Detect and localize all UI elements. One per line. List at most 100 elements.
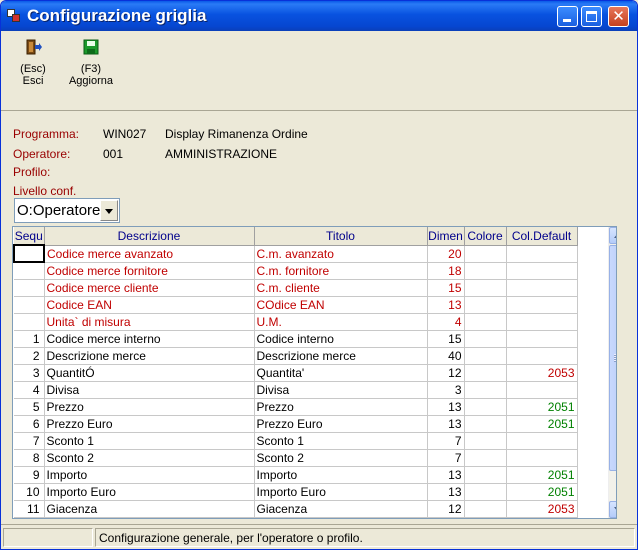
table-row[interactable]: Codice merce fornitore C.m. fornitore 18 — [14, 262, 578, 280]
grid-cell-desc[interactable]: Descrizione merce — [44, 347, 255, 365]
grid-cell-title[interactable]: COdice EAN — [254, 296, 428, 314]
grid-cell-seq[interactable] — [14, 279, 45, 297]
table-row[interactable]: 8 Sconto 2 Sconto 27 — [14, 449, 578, 467]
grid-cell-dim[interactable]: 13 — [427, 296, 465, 314]
grid-cell-title[interactable]: C.m. avanzato — [254, 245, 428, 263]
grid-cell-desc[interactable]: Unita` di misura — [44, 313, 255, 331]
maximize-button[interactable] — [581, 6, 602, 27]
grid-cell-title[interactable]: C.m. fornitore — [254, 262, 428, 280]
table-row[interactable]: 7 Sconto 1 Sconto 17 — [14, 432, 578, 450]
grid-cell-def[interactable] — [506, 245, 578, 263]
grid-cell-desc[interactable]: Codice EAN — [44, 296, 255, 314]
table-row[interactable]: Unita` di misura U.M. 4 — [14, 313, 578, 331]
grid-cell-color[interactable] — [464, 279, 507, 297]
col-header-title[interactable]: Titolo — [254, 227, 428, 246]
grid-cell-dim[interactable]: 13 — [427, 415, 465, 433]
col-header-desc[interactable]: Descrizione — [44, 227, 255, 246]
grid-cell-seq[interactable]: 3 — [14, 364, 45, 382]
config-grid[interactable]: Sequ Descrizione Titolo Dimen Colore Col… — [12, 226, 617, 519]
grid-cell-desc[interactable]: Sconto 1 — [44, 432, 255, 450]
col-header-color[interactable]: Colore — [464, 227, 507, 246]
grid-cell-title[interactable]: Descrizione merce — [254, 347, 428, 365]
grid-cell-color[interactable] — [464, 313, 507, 331]
grid-cell-dim[interactable]: 15 — [427, 330, 465, 348]
grid-cell-seq[interactable]: 8 — [14, 449, 45, 467]
table-row[interactable]: 6 Prezzo Euro Prezzo Euro 13 2051 — [14, 415, 578, 433]
grid-cell-dim[interactable]: 18 — [427, 262, 465, 280]
grid-cell-def[interactable] — [506, 296, 578, 314]
table-row[interactable]: 11 Giacenza Giacenza 12 2053 — [14, 500, 578, 518]
grid-cell-dim[interactable]: 40 — [427, 347, 465, 365]
grid-cell-dim[interactable]: 15 — [427, 279, 465, 297]
grid-cell-seq[interactable]: 7 — [14, 432, 45, 450]
scroll-down-icon[interactable] — [609, 501, 616, 518]
grid-cell-seq[interactable]: 9 — [14, 466, 45, 484]
grid-cell-def[interactable] — [506, 347, 578, 365]
grid-cell-color[interactable] — [464, 449, 507, 467]
grid-cell-seq[interactable] — [13, 244, 45, 263]
grid-cell-color[interactable] — [464, 296, 507, 314]
close-button[interactable]: ✕ — [608, 6, 629, 27]
grid-cell-color[interactable] — [464, 483, 507, 501]
grid-cell-desc[interactable]: Sconto 2 — [44, 449, 255, 467]
grid-cell-dim[interactable]: 13 — [427, 483, 465, 501]
grid-cell-dim[interactable]: 12 — [427, 364, 465, 382]
app-icon[interactable] — [7, 9, 21, 23]
grid-cell-def[interactable] — [506, 330, 578, 348]
grid-cell-dim[interactable]: 7 — [427, 432, 465, 450]
grid-cell-color[interactable] — [464, 466, 507, 484]
grid-cell-seq[interactable]: 2 — [14, 347, 45, 365]
grid-cell-color[interactable] — [464, 415, 507, 433]
grid-cell-seq[interactable] — [14, 296, 45, 314]
grid-cell-seq[interactable] — [14, 313, 45, 331]
minimize-button[interactable] — [557, 6, 578, 27]
grid-cell-color[interactable] — [464, 381, 507, 399]
vertical-scrollbar[interactable] — [608, 227, 616, 518]
grid-cell-title[interactable]: Importo Euro — [254, 483, 428, 501]
grid-cell-def[interactable] — [506, 313, 578, 331]
grid-cell-def[interactable]: 2051 — [506, 483, 578, 501]
table-row[interactable]: Codice merce cliente C.m. cliente 15 — [14, 279, 578, 297]
grid-cell-dim[interactable]: 13 — [427, 466, 465, 484]
grid-cell-desc[interactable]: Codice merce cliente — [44, 279, 255, 297]
grid-cell-def[interactable] — [506, 449, 578, 467]
save-button[interactable]: (F3) Aggiorna — [63, 39, 119, 87]
grid-cell-title[interactable]: Quantita' — [254, 364, 428, 382]
grid-cell-dim[interactable]: 20 — [427, 245, 465, 263]
grid-cell-title[interactable]: Sconto 2 — [254, 449, 428, 467]
grid-cell-title[interactable]: C.m. cliente — [254, 279, 428, 297]
grid-cell-seq[interactable]: 10 — [14, 483, 45, 501]
grid-cell-title[interactable]: Sconto 1 — [254, 432, 428, 450]
table-row[interactable]: 10 Importo Euro Importo Euro 13 2051 — [14, 483, 578, 501]
grid-cell-title[interactable]: Prezzo — [254, 398, 428, 416]
chevron-down-icon[interactable] — [100, 200, 118, 221]
grid-cell-color[interactable] — [464, 364, 507, 382]
title-bar[interactable]: Configurazione griglia ✕ — [1, 1, 637, 31]
grid-cell-color[interactable] — [464, 347, 507, 365]
grid-cell-desc[interactable]: Giacenza — [44, 500, 255, 518]
grid-cell-def[interactable] — [506, 279, 578, 297]
table-row[interactable]: 5 Prezzo Prezzo 13 2051 — [14, 398, 578, 416]
grid-cell-def[interactable]: 2053 — [506, 364, 578, 382]
table-row[interactable]: Codice EAN COdice EAN 13 — [14, 296, 578, 314]
grid-cell-title[interactable]: Codice interno — [254, 330, 428, 348]
grid-cell-def[interactable]: 2051 — [506, 466, 578, 484]
grid-cell-desc[interactable]: Codice merce fornitore — [44, 262, 255, 280]
grid-cell-title[interactable]: Importo — [254, 466, 428, 484]
grid-cell-seq[interactable] — [14, 262, 45, 280]
grid-cell-def[interactable] — [506, 262, 578, 280]
grid-cell-dim[interactable]: 3 — [427, 381, 465, 399]
grid-cell-seq[interactable]: 4 — [14, 381, 45, 399]
grid-cell-seq[interactable]: 5 — [14, 398, 45, 416]
grid-cell-dim[interactable]: 12 — [427, 500, 465, 518]
table-row[interactable]: 3 QuantitÓ Quantita' 12 2053 — [14, 364, 578, 382]
grid-cell-dim[interactable]: 4 — [427, 313, 465, 331]
exit-button[interactable]: (Esc) Esci — [13, 39, 53, 87]
grid-cell-def[interactable]: 2053 — [506, 500, 578, 518]
grid-cell-def[interactable] — [506, 432, 578, 450]
grid-cell-title[interactable]: Prezzo Euro — [254, 415, 428, 433]
grid-cell-color[interactable] — [464, 398, 507, 416]
table-row[interactable]: 9 Importo Importo 13 2051 — [14, 466, 578, 484]
grid-cell-seq[interactable]: 11 — [14, 500, 45, 518]
table-row[interactable]: 2 Descrizione merce Descrizione merce 40 — [14, 347, 578, 365]
